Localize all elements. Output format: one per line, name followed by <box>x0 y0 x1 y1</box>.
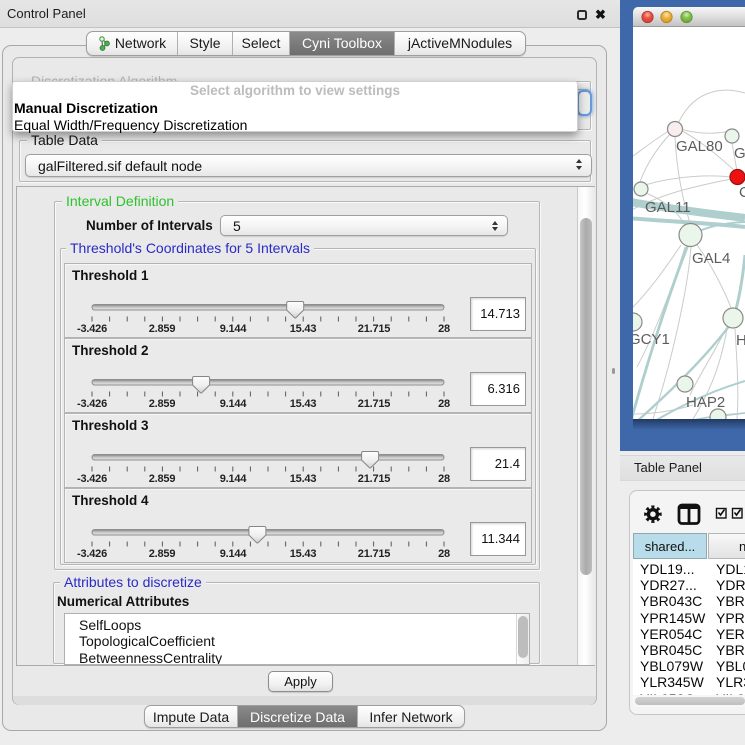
svg-text:GAL11: GAL11 <box>645 199 691 216</box>
svg-text:HAP2: HAP2 <box>686 394 725 411</box>
svg-text:GAL80: GAL80 <box>676 138 723 155</box>
svg-text:GCY1: GCY1 <box>633 331 670 348</box>
svg-text:C: C <box>739 184 745 201</box>
svg-text:H: H <box>736 332 745 349</box>
svg-text:GAL4: GAL4 <box>692 250 730 267</box>
svg-text:GA: GA <box>734 145 745 162</box>
